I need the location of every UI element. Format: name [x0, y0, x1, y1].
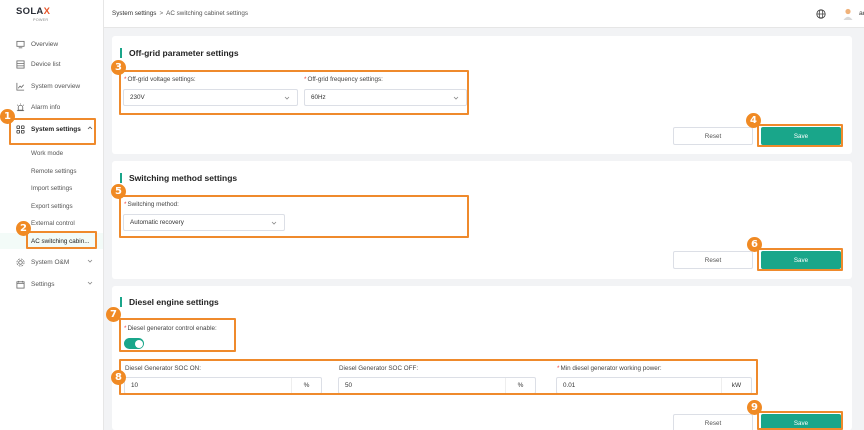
offgrid-frequency-select[interactable]: 60Hz [304, 89, 467, 106]
sidebar-subitem-ac-switching-cabinet[interactable]: AC switching cabin... [0, 233, 103, 249]
offgrid-frequency-label: *Off-grid frequency settings: [304, 76, 383, 83]
annotation-badge-5: 5 [111, 184, 126, 199]
sidebar-item-system-settings[interactable]: System settings [0, 120, 103, 138]
sidebar-item-system-om[interactable]: System O&M [0, 253, 103, 271]
breadcrumb-current: AC switching cabinet settings [166, 10, 249, 17]
min-power-input[interactable]: 0.01 kW [556, 377, 752, 394]
annotation-badge-6: 6 [747, 237, 762, 252]
settings-folder-icon [16, 280, 25, 289]
alarm-icon [16, 102, 25, 112]
sidebar-item-label: Settings [31, 280, 55, 288]
offgrid-reset-button[interactable]: Reset [673, 127, 753, 145]
soc-on-unit: % [291, 378, 321, 393]
solax-logo[interactable]: SOLAX POWER [16, 6, 56, 28]
offgrid-voltage-select[interactable]: 230V [123, 89, 298, 106]
soc-on-input[interactable]: 10 % [124, 377, 322, 394]
monitor-icon [16, 40, 25, 49]
soc-off-unit: % [505, 378, 535, 393]
sidebar-item-system-overview[interactable]: System overview [0, 77, 103, 95]
offgrid-voltage-label: *Off-grid voltage settings: [124, 76, 196, 83]
sidebar-subitem-import-settings[interactable]: Import settings [0, 180, 103, 196]
sidebar-subitem-work-mode[interactable]: Work mode [0, 145, 103, 161]
sidebar-item-settings[interactable]: Settings [0, 275, 103, 293]
diesel-enable-toggle[interactable] [124, 338, 144, 349]
sidebar-subitem-remote-settings[interactable]: Remote settings [0, 163, 103, 179]
switching-method-label: *Switching method: [124, 201, 179, 208]
diesel-card: Diesel engine settings *Diesel generator… [112, 286, 852, 430]
top-header: System settings > AC switching cabinet set… [104, 0, 864, 28]
chevron-up-icon [87, 126, 93, 130]
offgrid-save-button[interactable]: Save [761, 127, 841, 145]
sidebar-item-alarm-info[interactable]: Alarm info [0, 98, 103, 116]
switching-title: Switching method settings [120, 173, 237, 183]
avatar[interactable] [841, 7, 855, 21]
annotation-badge-8: 8 [111, 370, 126, 385]
sidebar-item-label: System O&M [31, 258, 70, 266]
line-chart-icon [16, 82, 25, 91]
sidebar-subitem-export-settings[interactable]: Export settings [0, 198, 103, 214]
grid-settings-icon [16, 124, 25, 134]
diesel-title: Diesel engine settings [120, 297, 219, 307]
sidebar-item-label: System settings [31, 125, 81, 133]
switching-save-button[interactable]: Save [761, 251, 841, 269]
soc-off-label: Diesel Generator SOC OFF: [339, 365, 419, 372]
sidebar-item-overview[interactable]: Overview [0, 35, 103, 53]
sidebar-item-label: System overview [31, 82, 81, 90]
annotation-badge-4: 4 [746, 113, 761, 128]
breadcrumb: System settings > AC switching cabinet set… [112, 10, 249, 17]
toggle-knob [134, 339, 143, 348]
soc-off-input[interactable]: 50 % [338, 377, 536, 394]
annotation-badge-3: 3 [111, 60, 126, 75]
switching-method-select[interactable]: Automatic recovery [123, 214, 285, 231]
device-list-icon [16, 59, 25, 69]
soc-on-label: Diesel Generator SOC ON: [125, 365, 201, 372]
switching-card: Switching method settings *Switching met… [112, 161, 852, 279]
sidebar-item-label: Alarm info [31, 103, 61, 111]
user-menu[interactable]: admin ˅ [859, 10, 864, 17]
sidebar-item-label: Device list [31, 60, 61, 68]
sidebar-item-device-list[interactable]: Device list [0, 55, 103, 73]
chevron-down-icon [87, 281, 93, 285]
annotation-badge-9: 9 [747, 400, 762, 415]
diesel-enable-label: *Diesel generator control enable: [124, 325, 217, 332]
diesel-save-button[interactable]: Save [761, 414, 841, 430]
chevron-down-icon [87, 259, 93, 263]
sidebar-item-label: Overview [31, 40, 59, 48]
offgrid-card: Off-grid parameter settings *Off-grid vo… [112, 36, 852, 154]
diesel-reset-button[interactable]: Reset [673, 414, 753, 430]
breadcrumb-root[interactable]: System settings [112, 10, 156, 17]
annotation-badge-7: 7 [106, 307, 121, 322]
annotation-badge-1: 1 [0, 109, 15, 124]
chevron-down-icon [271, 221, 277, 225]
min-power-label: *Min diesel generator working power: [557, 365, 662, 372]
om-icon [16, 258, 25, 267]
switching-reset-button[interactable]: Reset [673, 251, 753, 269]
chevron-down-icon [453, 96, 459, 100]
chevron-down-icon [284, 96, 290, 100]
globe-icon[interactable] [816, 9, 826, 19]
annotation-badge-2: 2 [16, 221, 31, 236]
min-power-unit: kW [721, 378, 751, 393]
sidebar: SOLAX POWER Overview Device list System … [0, 0, 104, 430]
offgrid-title: Off-grid parameter settings [120, 48, 239, 58]
